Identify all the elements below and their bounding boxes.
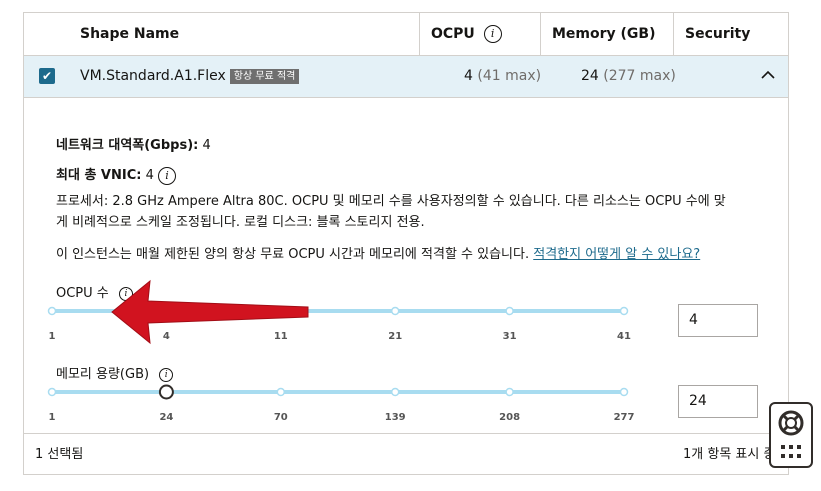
ocpu-slider-tick-mark[interactable] bbox=[619, 306, 629, 316]
table-footer: 1 선택됨 1개 항목 표시 중 bbox=[24, 433, 788, 475]
bandwidth-label: 네트워크 대역폭(Gbps): bbox=[56, 138, 199, 153]
ocpu-slider-tick-label: 31 bbox=[503, 331, 517, 339]
table-row-selected[interactable]: ✔ VM.Standard.A1.Flex 항상 무료 적격 4 (41 max)… bbox=[24, 56, 788, 98]
selected-count: 1 선택됨 bbox=[35, 447, 84, 462]
vnic-label: 최대 총 VNIC: bbox=[56, 168, 142, 183]
memory-input[interactable]: 24 bbox=[678, 385, 758, 418]
memory-slider-tick-label: 70 bbox=[274, 412, 288, 420]
memory-slider-tick-label: 139 bbox=[385, 412, 406, 420]
row-checkbox[interactable]: ✔ bbox=[39, 68, 55, 84]
lifebuoy-icon[interactable] bbox=[778, 410, 804, 436]
processor-line-2: 게 비례적으로 스케일 조정됩니다. 로컬 디스크: 블록 스토리지 전용. bbox=[56, 215, 425, 230]
grid-dots-icon[interactable] bbox=[780, 444, 802, 460]
column-header-shape-name[interactable]: Shape Name bbox=[80, 13, 179, 55]
shape-name: VM.Standard.A1.Flex bbox=[80, 68, 226, 84]
ocpu-slider-tick-label: 21 bbox=[388, 331, 402, 339]
ocpu-slider-tick-mark[interactable] bbox=[505, 306, 514, 316]
checkmark-icon: ✔ bbox=[41, 69, 53, 83]
ocpu-cell: 4 (41 max) bbox=[464, 56, 541, 97]
items-shown-text: 1개 항목 표시 중 bbox=[683, 447, 769, 462]
vnic-value: 4 bbox=[145, 168, 154, 183]
ocpu-input[interactable]: 4 bbox=[678, 304, 758, 337]
eligibility-link[interactable]: 적격한지 어떻게 알 수 있나요? bbox=[533, 247, 700, 262]
ocpu-slider-tick-label: 41 bbox=[617, 331, 631, 339]
memory-slider-handle[interactable] bbox=[158, 384, 174, 400]
shape-name-cell: VM.Standard.A1.Flex 항상 무료 적격 bbox=[80, 56, 300, 97]
help-widget[interactable] bbox=[769, 402, 813, 468]
memory-slider-tick-mark[interactable] bbox=[390, 387, 400, 397]
memory-value: 24 bbox=[581, 68, 599, 84]
column-header-security[interactable]: Security bbox=[685, 13, 750, 55]
ocpu-value: 4 bbox=[464, 68, 473, 84]
shape-table-panel: Shape Name OCPU i Memory (GB) Security ✔… bbox=[23, 12, 789, 475]
info-icon[interactable]: i bbox=[483, 25, 502, 43]
red-arrow-annotation bbox=[111, 279, 309, 345]
column-header-memory[interactable]: Memory (GB) bbox=[552, 13, 656, 55]
column-header-ocpu-label: OCPU bbox=[431, 26, 475, 42]
free-tier-line: 이 인스턴스는 매월 제한된 양의 항상 무료 OCPU 시간과 메모리에 적격… bbox=[56, 243, 700, 262]
processor-line-1: 프로세서: 2.8 GHz Ampere Altra 80C. OCPU 및 메… bbox=[56, 194, 726, 209]
memory-slider[interactable]: 1 24 70 139 208 277 bbox=[44, 380, 634, 420]
table-header: Shape Name OCPU i Memory (GB) Security bbox=[24, 13, 788, 56]
chevron-up-icon[interactable] bbox=[761, 69, 775, 84]
vnic-line: 최대 총 VNIC: 4 i bbox=[56, 164, 177, 185]
memory-slider-tick-label: 1 bbox=[49, 412, 56, 420]
bandwidth-line: 네트워크 대역폭(Gbps): 4 bbox=[56, 134, 211, 153]
ocpu-slider-tick-mark[interactable] bbox=[390, 306, 400, 316]
memory-slider-tick-label: 24 bbox=[159, 412, 173, 420]
memory-cell: 24 (277 max) bbox=[581, 56, 676, 97]
memory-max: (277 max) bbox=[603, 68, 676, 84]
memory-slider-tick-mark[interactable] bbox=[47, 387, 57, 397]
free-tier-text: 이 인스턴스는 매월 제한된 양의 항상 무료 OCPU 시간과 메모리에 적격… bbox=[56, 247, 530, 262]
info-icon[interactable]: i bbox=[158, 166, 177, 185]
ocpu-slider-tick-label: 1 bbox=[49, 331, 56, 339]
ocpu-slider-tick-mark[interactable] bbox=[47, 306, 57, 316]
always-free-badge: 항상 무료 적격 bbox=[229, 68, 300, 84]
memory-slider-tick-mark[interactable] bbox=[505, 387, 514, 397]
column-header-ocpu[interactable]: OCPU i bbox=[431, 13, 502, 55]
bandwidth-value: 4 bbox=[202, 138, 211, 153]
memory-slider-tick-label: 208 bbox=[499, 412, 520, 420]
memory-slider-tick-mark[interactable] bbox=[276, 387, 286, 397]
memory-slider-tick-label: 277 bbox=[614, 412, 634, 420]
memory-slider-tick-mark[interactable] bbox=[619, 387, 629, 397]
ocpu-max: (41 max) bbox=[477, 68, 542, 84]
